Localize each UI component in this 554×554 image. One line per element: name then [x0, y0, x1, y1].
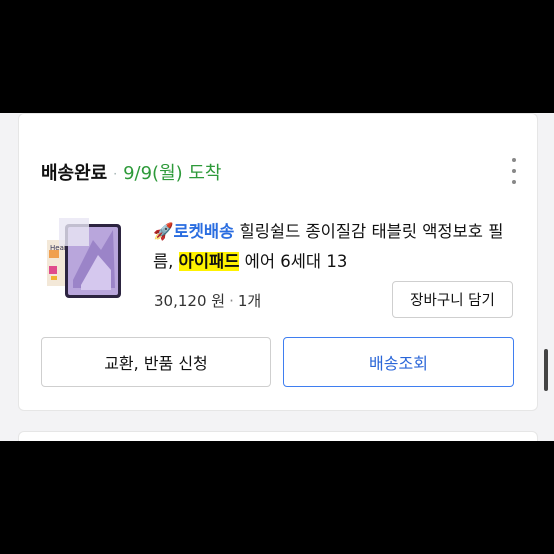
price-row: 30,120 원 · 1개 — [154, 290, 261, 311]
rocket-delivery-badge: 로켓배송 — [173, 222, 235, 241]
product-name-suffix: 에어 6세대 13 — [239, 252, 348, 271]
arrival-date: 9/9(월) 도착 — [123, 163, 222, 184]
order-card: 배송완료 · 9/9(월) 도착 Heal 🚀로켓배송 힐링쉴드 종이질감 태블릿 … — [18, 113, 538, 411]
rocket-icon: 🚀 — [153, 222, 174, 241]
add-to-cart-button[interactable]: 장바구니 담기 — [392, 281, 513, 318]
price-separator: · — [229, 292, 234, 310]
product-price: 30,120 원 — [154, 292, 226, 310]
scrollbar[interactable] — [544, 349, 548, 391]
next-order-card — [18, 431, 538, 441]
product-name-highlight: 아이패드 — [178, 252, 240, 271]
track-delivery-button[interactable]: 배송조회 — [283, 337, 514, 387]
product-quantity: 1개 — [237, 292, 262, 310]
product-name[interactable]: 🚀로켓배송 힐링쉴드 종이질감 태블릿 액정보호 필름, 아이패드 에어 6세대… — [153, 217, 523, 277]
delivery-status: 배송완료 — [41, 163, 108, 184]
more-vertical-icon[interactable] — [509, 158, 519, 184]
exchange-return-button[interactable]: 교환, 반품 신청 — [41, 337, 271, 387]
order-screen: 배송완료 · 9/9(월) 도착 Heal 🚀로켓배송 힐링쉴드 종이질감 태블릿 … — [0, 113, 554, 441]
order-status-row: 배송완료 · 9/9(월) 도착 — [41, 159, 222, 185]
product-thumbnail[interactable]: Heal — [43, 210, 125, 310]
status-separator: · — [113, 167, 118, 181]
